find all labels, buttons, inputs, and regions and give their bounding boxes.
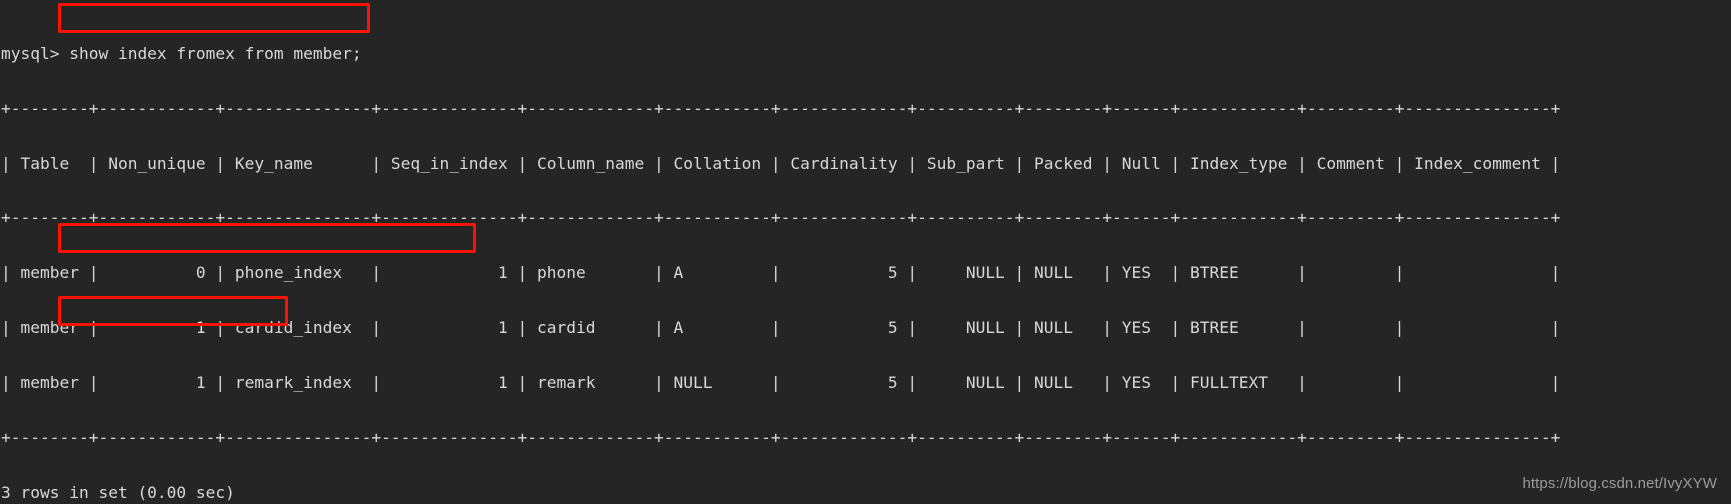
terminal-line: | member | 1 | cardid_index | 1 | cardid…	[1, 318, 1561, 338]
terminal-line: 3 rows in set (0.00 sec)	[1, 483, 235, 503]
watermark-text: https://blog.csdn.net/IvyXYW	[1522, 474, 1717, 492]
terminal-line: | Table | Non_unique | Key_name | Seq_in…	[1, 153, 1561, 173]
terminal-line: | member | 0 | phone_index | 1 | phone |…	[1, 263, 1561, 283]
terminal-output[interactable]: mysql> show index fromex from member; +-…	[1, 8, 1560, 504]
terminal-line: mysql> show index fromex from member;	[1, 43, 362, 63]
mysql-terminal-window: mysql> show index fromex from member; +-…	[0, 0, 1731, 504]
terminal-line: | member | 1 | remark_index | 1 | remark…	[1, 373, 1561, 393]
terminal-line: +--------+------------+---------------+-…	[1, 428, 1561, 448]
terminal-line: +--------+------------+---------------+-…	[1, 208, 1561, 228]
terminal-line: +--------+------------+---------------+-…	[1, 98, 1561, 118]
